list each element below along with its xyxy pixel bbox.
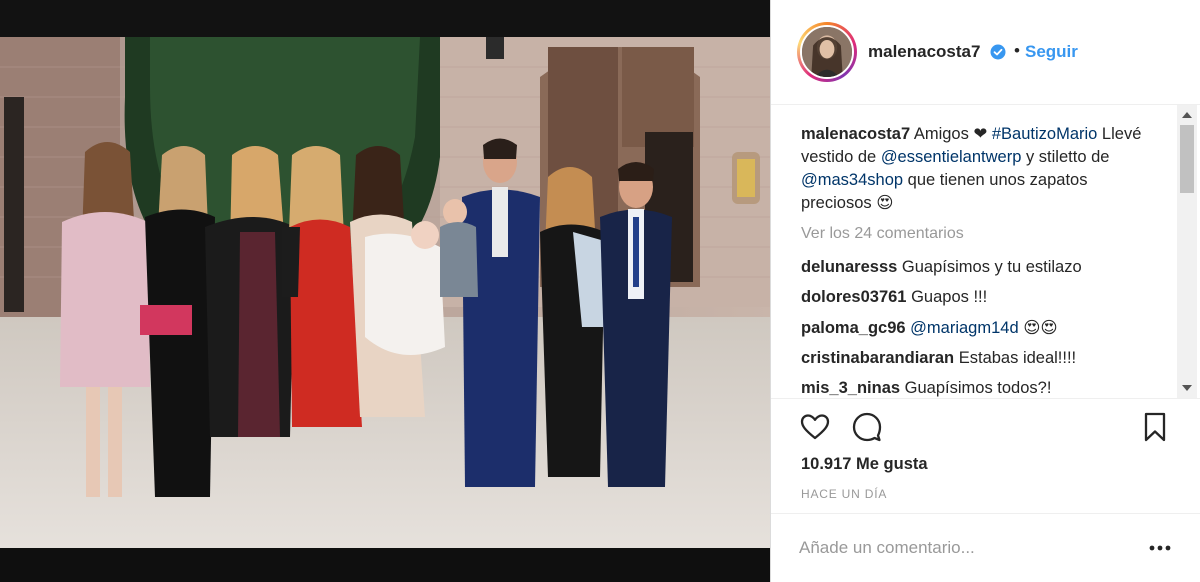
scroll-up-arrow-icon[interactable]: [1182, 112, 1192, 118]
heart-icon: [800, 414, 830, 440]
add-comment-input[interactable]: [799, 534, 1129, 562]
caption-text: y stiletto de: [1021, 148, 1110, 166]
photo-letterbox-bottom: [0, 548, 770, 582]
avatar[interactable]: [800, 25, 854, 79]
story-ring[interactable]: [797, 22, 857, 82]
caption-mention-link[interactable]: @mas34shop: [801, 171, 903, 189]
caption-username[interactable]: malenacosta7: [801, 125, 910, 143]
comment-username[interactable]: paloma_gc96: [801, 319, 906, 337]
comment-username[interactable]: cristinabarandiaran: [801, 349, 954, 367]
comment-text: Guapos !!!: [911, 288, 988, 306]
like-button[interactable]: [799, 411, 831, 443]
comment-item: delunaresss Guapísimos y tu estilazo: [801, 258, 1171, 277]
comments-list[interactable]: malenacosta7 Amigos ❤ #BautizoMario Llev…: [771, 105, 1179, 398]
post-timestamp: HACE UN DÍA: [801, 487, 888, 501]
verified-badge-icon: [990, 44, 1006, 60]
bookmark-icon: [1144, 412, 1166, 442]
caption-heart-emoji: ❤: [973, 125, 988, 143]
post-header: malenacosta7 • Seguir: [771, 0, 1200, 105]
comment-text: 😍😍: [1023, 319, 1058, 337]
follow-button[interactable]: Seguir: [1025, 42, 1078, 62]
comments-scrollbar[interactable]: [1177, 105, 1197, 398]
comment-button[interactable]: [851, 411, 883, 443]
more-options-icon[interactable]: [1147, 538, 1173, 558]
caption-mention-link[interactable]: @essentielantwerp: [881, 148, 1022, 166]
comment-username[interactable]: dolores03761: [801, 288, 906, 306]
post-caption: malenacosta7 Amigos ❤ #BautizoMario Llev…: [801, 123, 1161, 215]
avatar-image: [802, 27, 852, 77]
comment-icon: [852, 412, 882, 442]
comment-text: Guapísimos todos?!: [904, 379, 1052, 397]
scroll-down-arrow-icon[interactable]: [1182, 385, 1192, 391]
likes-count[interactable]: 10.917 Me gusta: [801, 455, 928, 474]
post-photo[interactable]: [0, 37, 770, 548]
comment-text: Estabas ideal!!!!: [958, 349, 1077, 367]
comment-item: mis_3_ninas Guapísimos todos?!: [801, 379, 1171, 398]
caption-smile-emoji: 😍: [876, 194, 894, 212]
post-author-username[interactable]: malenacosta7: [868, 42, 980, 62]
photo-letterbox-top: [0, 0, 770, 37]
add-comment-section: [771, 513, 1200, 582]
comment-item: cristinabarandiaran Estabas ideal!!!!: [801, 349, 1171, 368]
comment-item: paloma_gc96 @mariagm14d 😍😍: [801, 318, 1171, 338]
post-actions: 10.917 Me gusta HACE UN DÍA: [771, 398, 1200, 513]
comment-username[interactable]: delunaresss: [801, 258, 897, 276]
post-side-panel: malenacosta7 • Seguir malenacosta7 Amigo…: [770, 0, 1200, 582]
comment-text: Guapísimos y tu estilazo: [901, 258, 1082, 276]
save-button[interactable]: [1139, 411, 1171, 443]
comment-item: dolores03761 Guapos !!!: [801, 288, 1171, 307]
comment-mention-link[interactable]: @mariagm14d: [910, 319, 1018, 337]
post-photo-frame: [0, 0, 770, 582]
scrollbar-thumb[interactable]: [1180, 125, 1194, 193]
caption-text: Amigos: [910, 125, 974, 143]
header-separator: •: [1014, 41, 1020, 60]
view-all-comments-link[interactable]: Ver los 24 comentarios: [801, 225, 964, 243]
comment-username[interactable]: mis_3_ninas: [801, 379, 900, 397]
caption-hashtag-link[interactable]: #BautizoMario: [992, 125, 1097, 143]
